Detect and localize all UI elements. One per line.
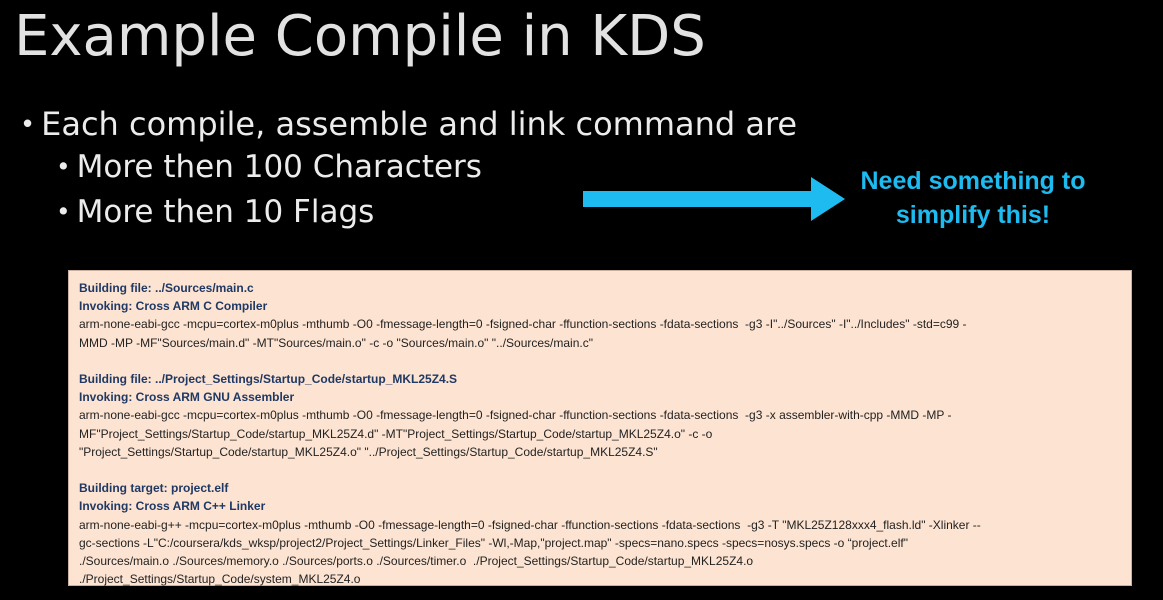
log-building-line: Building file: ../Project_Settings/Start…: [79, 372, 458, 386]
log-building-line: Building target: project.elf: [79, 481, 229, 496]
log-block-compile: Building file: ../Sources/main.c Invokin…: [79, 279, 1121, 352]
log-invoking-line: Invoking: Cross ARM GNU Assembler: [79, 390, 295, 405]
log-invoking-line: Invoking: Cross ARM C++ Linker: [79, 499, 266, 514]
log-command-line: "Project_Settings/Startup_Code/startup_M…: [79, 444, 658, 459]
compile-log-box: Building file: ../Sources/main.c Invokin…: [68, 270, 1132, 586]
log-building-line: Building file: ../Sources/main.c: [79, 281, 254, 295]
callout-line-1: Need something to: [860, 167, 1086, 195]
bullet-dot-icon: •: [56, 152, 71, 181]
bullet-level2-characters: • More then 100 Characters: [56, 148, 482, 188]
log-command-line: MF"Project_Settings/Startup_Code/startup…: [79, 426, 713, 441]
slide-title: Example Compile in KDS: [14, 4, 706, 69]
callout-line-2: simplify this!: [895, 201, 1051, 229]
log-command-line: ./Project_Settings/Startup_Code/system_M…: [79, 572, 361, 587]
bullet-level1-text: Each compile, assemble and link command …: [41, 105, 798, 143]
callout-text: Need something to simplify this!: [838, 164, 1108, 232]
log-block-link: Building target: project.elf Invoking: C…: [79, 479, 1121, 588]
log-command-line: gc-sections -L"C:/coursera/kds_wksp/proj…: [79, 535, 908, 550]
right-arrow-icon: [583, 177, 845, 221]
bullet-dot-icon: •: [20, 110, 36, 140]
bullet-level1: • Each compile, assemble and link command…: [20, 104, 797, 147]
log-command-line: arm-none-eabi-g++ -mcpu=cortex-m0plus -m…: [79, 517, 981, 532]
bullet-level2-text: More then 10 Flags: [76, 194, 375, 230]
log-block-assemble: Building file: ../Project_Settings/Start…: [79, 370, 1121, 461]
log-command-line: arm-none-eabi-gcc -mcpu=cortex-m0plus -m…: [79, 317, 967, 332]
log-invoking-line: Invoking: Cross ARM C Compiler: [79, 299, 268, 314]
bullet-level2-flags: • More then 10 Flags: [56, 193, 374, 233]
log-command-line: arm-none-eabi-gcc -mcpu=cortex-m0plus -m…: [79, 408, 952, 423]
bullet-dot-icon: •: [56, 197, 71, 226]
log-command-line: MMD -MP -MF"Sources/main.d" -MT"Sources/…: [79, 335, 593, 350]
bullet-level2-text: More then 100 Characters: [76, 149, 482, 185]
log-command-line: ./Sources/main.o ./Sources/memory.o ./So…: [79, 554, 754, 569]
